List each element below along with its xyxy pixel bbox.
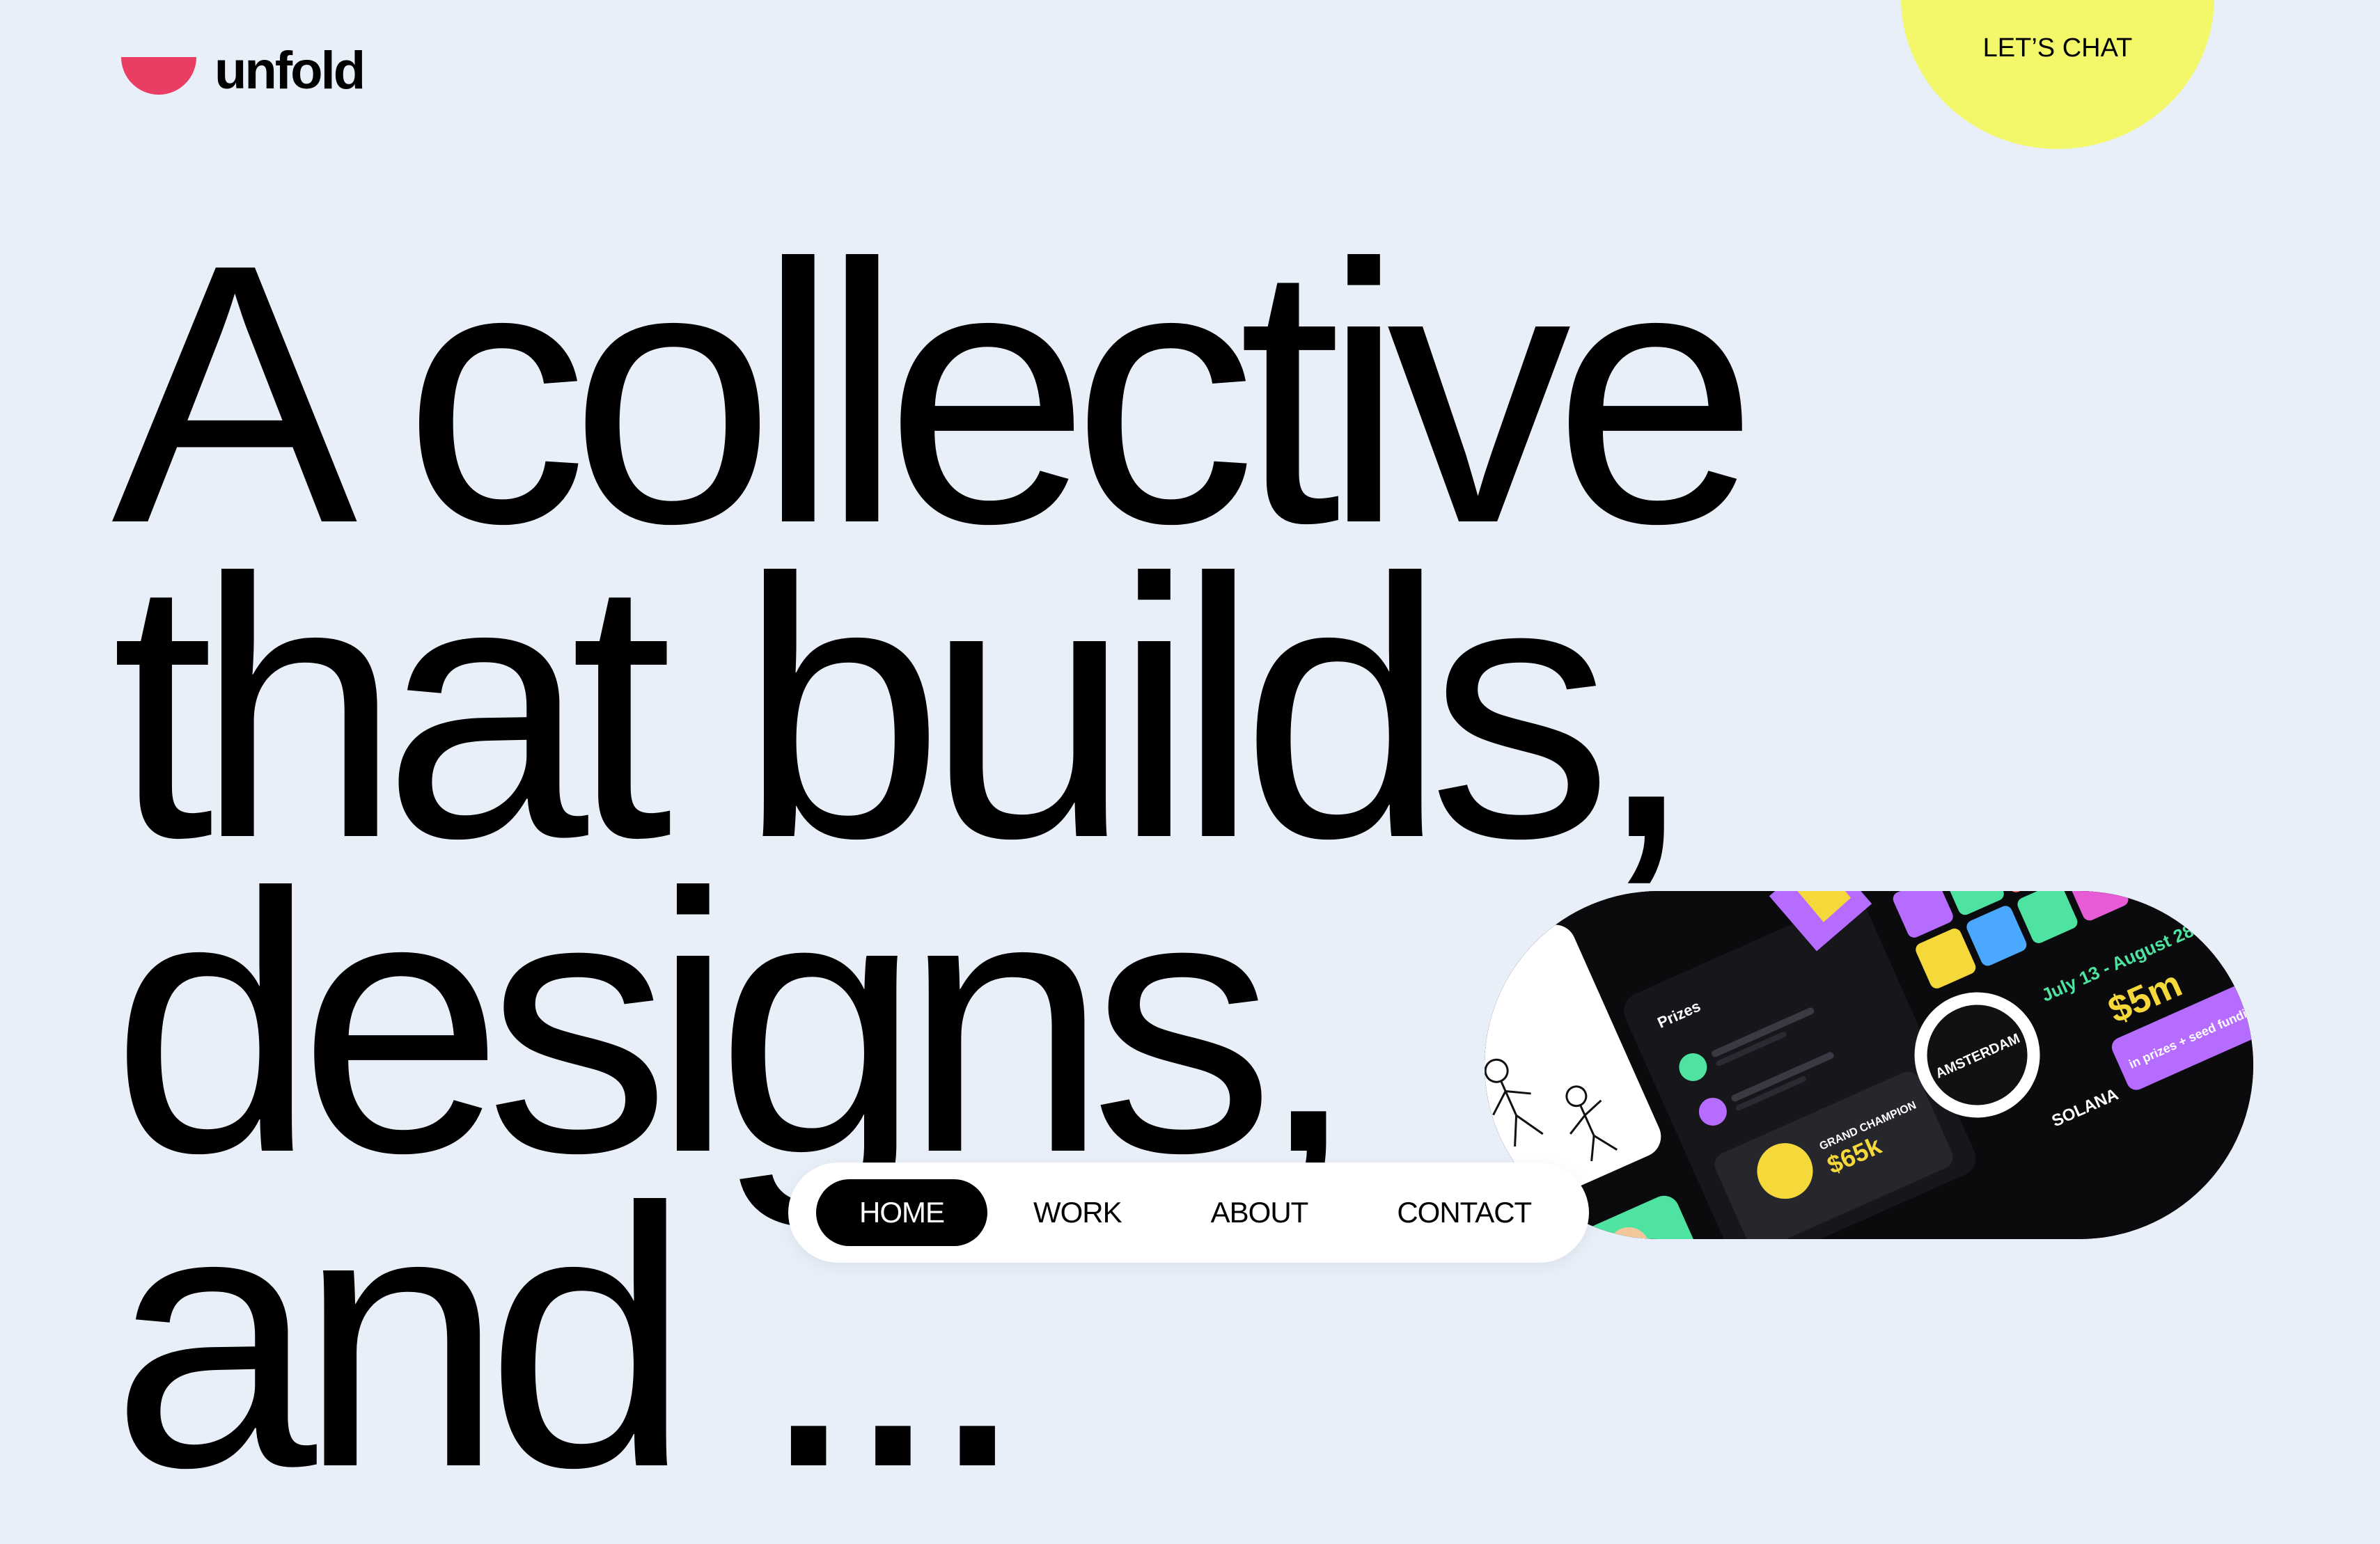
hero-headline: A collective that builds, designs, and .… — [111, 210, 1758, 1522]
brand-name: unfold — [214, 41, 366, 100]
nav-item-home[interactable]: HOME — [816, 1179, 987, 1246]
lets-chat-button[interactable]: LET’S CHAT — [1901, 0, 2214, 149]
nav-item-contact[interactable]: CONTACT — [1354, 1179, 1574, 1246]
bottom-navigation: HOME WORK ABOUT CONTACT — [788, 1163, 1589, 1263]
logo-half-circle-icon — [121, 57, 196, 95]
nav-item-about[interactable]: ABOUT — [1168, 1179, 1352, 1246]
work-showcase-image[interactable]: Prizes GRAND CHAMPION $65k AMSTERDAM Jul… — [1485, 891, 2253, 1239]
showcase-collage: Prizes GRAND CHAMPION $65k AMSTERDAM Jul… — [1485, 891, 2253, 1239]
nav-item-work[interactable]: WORK — [990, 1179, 1165, 1246]
brand-logo[interactable]: unfold — [121, 41, 366, 100]
lets-chat-label: LET’S CHAT — [1982, 33, 2133, 63]
